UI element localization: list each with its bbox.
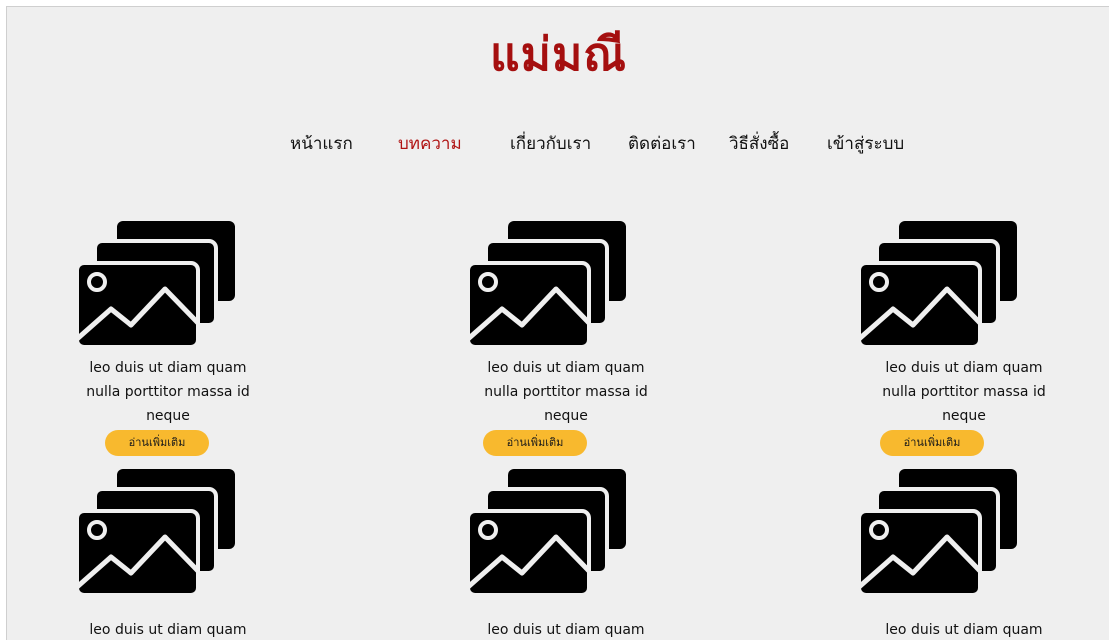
nav-item-articles[interactable]: บทความ bbox=[398, 126, 462, 162]
nav-item-about[interactable]: เกี่ยวกับเรา bbox=[510, 126, 591, 162]
images-icon[interactable] bbox=[857, 219, 1019, 345]
site-logo-title[interactable]: แม่มณี bbox=[7, 27, 1109, 81]
article-excerpt: leo duis ut diam quam nulla porttitor ma… bbox=[484, 360, 648, 424]
read-more-button[interactable]: อ่านเพิ่มเติม bbox=[880, 430, 984, 456]
nav-item-how-to-order[interactable]: วิธีสั่งซื้อ bbox=[729, 126, 789, 162]
images-icon[interactable] bbox=[75, 467, 237, 593]
article-excerpt: leo duis ut diam quam bbox=[89, 622, 247, 638]
read-more-button[interactable]: อ่านเพิ่มเติม bbox=[483, 430, 587, 456]
main-nav: หน้าแรก บทความ เกี่ยวกับเรา ติดต่อเรา วิ… bbox=[7, 126, 1109, 162]
article-excerpt: leo duis ut diam quam nulla porttitor ma… bbox=[882, 360, 1046, 424]
images-icon[interactable] bbox=[466, 219, 628, 345]
images-icon[interactable] bbox=[75, 219, 237, 345]
nav-item-contact[interactable]: ติดต่อเรา bbox=[628, 126, 696, 162]
images-icon[interactable] bbox=[857, 467, 1019, 593]
page: แม่มณี หน้าแรก บทความ เกี่ยวกับเรา ติดต่… bbox=[6, 6, 1109, 640]
article-excerpt: leo duis ut diam quam bbox=[885, 622, 1043, 638]
read-more-button[interactable]: อ่านเพิ่มเติม bbox=[105, 430, 209, 456]
article-excerpt: leo duis ut diam quam nulla porttitor ma… bbox=[86, 360, 250, 424]
nav-item-home[interactable]: หน้าแรก bbox=[290, 126, 353, 162]
images-icon[interactable] bbox=[466, 467, 628, 593]
nav-item-login[interactable]: เข้าสู่ระบบ bbox=[827, 126, 904, 162]
article-excerpt: leo duis ut diam quam bbox=[487, 622, 645, 638]
